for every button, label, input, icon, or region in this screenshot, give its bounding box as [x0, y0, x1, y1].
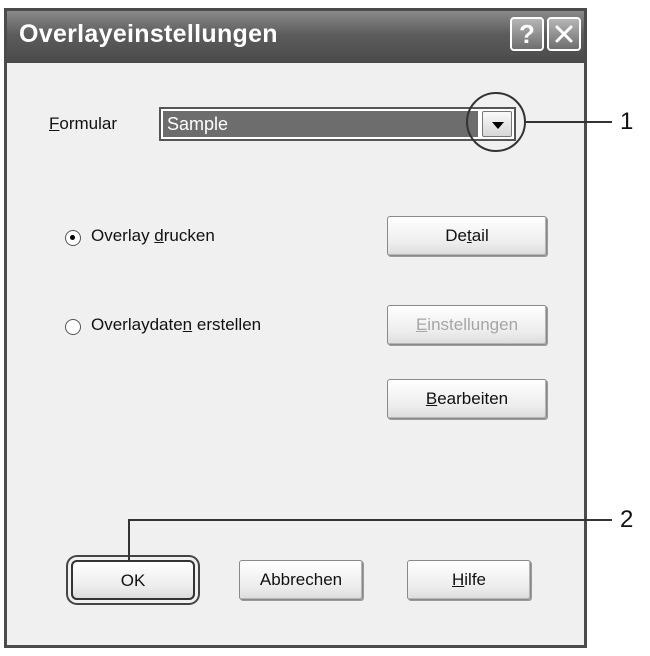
- callout-1-label: 1: [620, 108, 634, 135]
- callout-lines: [128, 92, 612, 560]
- callout-2-label: 2: [620, 506, 634, 533]
- callout-2-line: [128, 519, 612, 560]
- callout-1-circle: [466, 92, 526, 152]
